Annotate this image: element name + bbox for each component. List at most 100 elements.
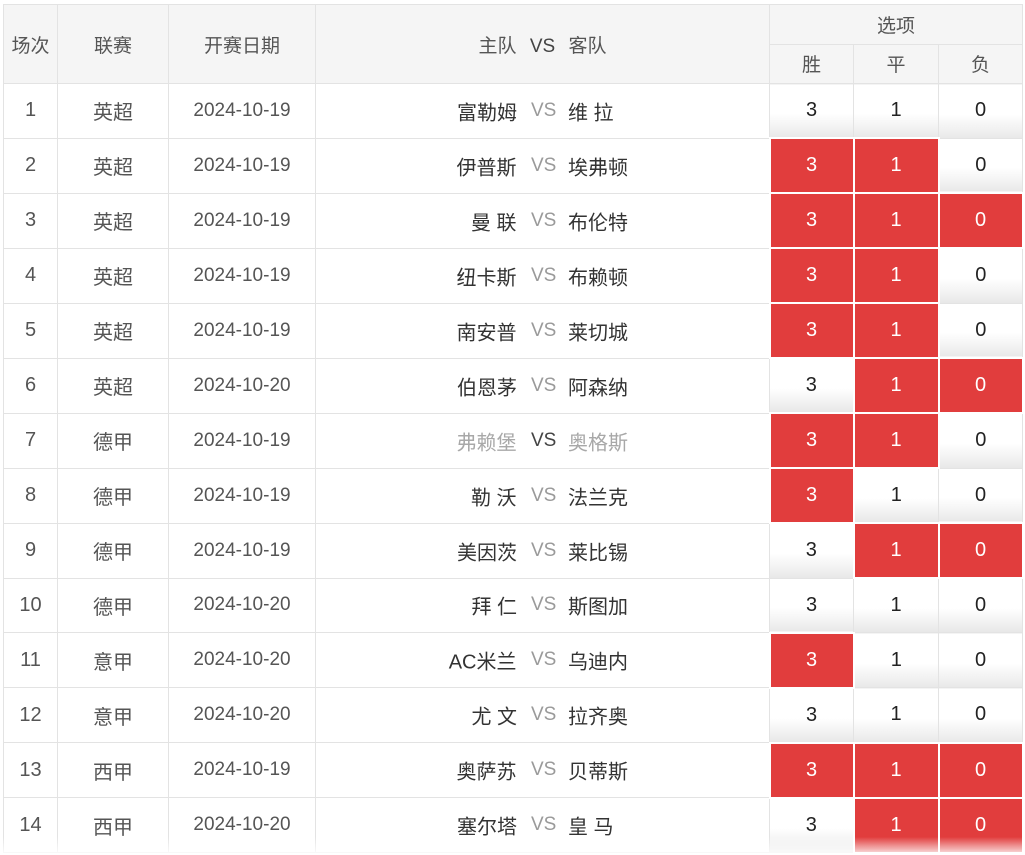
option-win-button[interactable]: 3 <box>768 247 855 304</box>
match-index: 2 <box>3 137 58 194</box>
option-draw-button[interactable]: 1 <box>853 632 939 688</box>
header-away: 客队 <box>568 35 607 57</box>
option-loss-button[interactable]: 0 <box>937 632 1024 688</box>
match-cell: 南安普 VS 莱切城 <box>315 302 770 359</box>
league-cell: 德甲 <box>57 577 169 633</box>
table-row: 7 德甲 2024-10-19 弗赖堡 VS 奥格斯 3 1 0 <box>3 412 1024 469</box>
vs-label: VS <box>531 154 557 176</box>
option-draw-button[interactable]: 1 <box>852 192 940 249</box>
option-loss-button[interactable]: 0 <box>937 83 1024 139</box>
header-draw: 平 <box>853 43 939 84</box>
vs-label: VS <box>531 539 557 561</box>
option-loss-button[interactable]: 0 <box>937 577 1024 633</box>
home-team: 曼 联 <box>470 212 517 234</box>
match-index: 1 <box>3 83 58 139</box>
date-cell: 2024-10-20 <box>168 577 316 633</box>
option-win-button[interactable]: 3 <box>769 357 854 414</box>
league-cell: 意甲 <box>57 632 169 688</box>
option-draw-button[interactable]: 1 <box>852 137 940 194</box>
option-draw-button[interactable]: 1 <box>852 412 940 469</box>
option-win-button[interactable]: 3 <box>768 631 855 689</box>
header-options: 选项 <box>768 4 1024 45</box>
option-draw-button[interactable]: 1 <box>852 741 940 799</box>
option-win-button[interactable]: 3 <box>768 467 855 524</box>
option-draw-button[interactable]: 1 <box>853 687 939 743</box>
home-team: 拜 仁 <box>471 596 517 619</box>
option-win-button[interactable]: 3 <box>768 412 855 469</box>
option-loss-button[interactable]: 0 <box>937 357 1024 414</box>
option-loss-button[interactable]: 0 <box>937 302 1024 359</box>
header-vs: VS <box>529 35 556 57</box>
option-loss-button[interactable]: 0 <box>937 137 1024 194</box>
option-draw-button[interactable]: 1 <box>852 522 940 579</box>
option-loss-button[interactable]: 0 <box>937 522 1024 579</box>
option-draw-button[interactable]: 1 <box>853 577 939 633</box>
option-loss-button[interactable]: 0 <box>937 467 1024 524</box>
match-cell: AC米兰 VS 乌迪内 <box>315 632 770 688</box>
option-win-button[interactable]: 3 <box>768 137 855 194</box>
option-win-button[interactable]: 3 <box>768 741 855 799</box>
table-row: 13 西甲 2024-10-19 奥萨苏 VS 贝蒂斯 3 1 0 <box>3 741 1024 799</box>
match-cell: 拜 仁 VS 斯图加 <box>315 577 770 633</box>
option-draw-button[interactable]: 1 <box>852 357 940 414</box>
match-cell: 奥萨苏 VS 贝蒂斯 <box>315 742 770 798</box>
match-cell: 勒 沃 VS 法兰克 <box>315 467 770 524</box>
option-win-button[interactable]: 3 <box>768 302 855 359</box>
table-row: 14 西甲 2024-10-20 塞尔塔 VS 皇 马 310 <box>3 796 1024 854</box>
home-team: 南安普 <box>456 322 517 344</box>
option-win-button[interactable]: 3 <box>769 797 854 853</box>
option-win-button[interactable]: 3 <box>769 687 854 743</box>
option-loss-button[interactable]: 0 <box>937 796 1024 854</box>
away-team: 皇 马 <box>568 816 614 839</box>
option-loss-button[interactable]: 0 <box>937 412 1024 469</box>
league-cell: 英超 <box>57 247 169 304</box>
option-draw-button[interactable]: 1 <box>853 467 939 524</box>
league-cell: 西甲 <box>57 742 169 798</box>
league-cell: 西甲 <box>57 797 169 853</box>
option-loss-button[interactable]: 0 <box>937 741 1024 799</box>
away-team: 布赖顿 <box>568 267 628 289</box>
header-loss: 负 <box>937 43 1024 84</box>
date-cell: 2024-10-20 <box>168 797 316 853</box>
option-win-button[interactable]: 3 <box>768 192 855 249</box>
option-draw-button[interactable]: 1 <box>852 796 940 854</box>
table-row: 5 英超 2024-10-19 南安普 VS 莱切城 3 1 0 <box>3 302 1024 359</box>
match-index: 7 <box>3 412 58 469</box>
option-win-button[interactable]: 3 <box>769 577 854 633</box>
match-index: 12 <box>3 687 58 743</box>
option-draw-button[interactable]: 1 <box>852 247 940 304</box>
table-row: 8 德甲 2024-10-19 勒 沃 VS 法兰克 3 1 0 <box>3 467 1024 524</box>
home-team: AC米兰 <box>448 651 517 674</box>
option-win-button[interactable]: 3 <box>769 83 854 139</box>
option-win-button[interactable]: 3 <box>769 522 854 579</box>
option-loss-button[interactable]: 0 <box>937 687 1024 743</box>
home-team: 伯恩茅 <box>457 377 517 399</box>
option-loss-button[interactable]: 0 <box>937 247 1024 304</box>
match-cell: 弗赖堡 VS 奥格斯 <box>315 412 770 469</box>
home-team: 尤 文 <box>471 706 517 729</box>
away-team: 拉齐奥 <box>568 706 628 729</box>
date-cell: 2024-10-19 <box>168 137 316 194</box>
match-cell: 伊普斯 VS 埃弗顿 <box>315 137 770 194</box>
option-loss-button[interactable]: 0 <box>937 192 1024 249</box>
away-team: 奥格斯 <box>568 432 628 454</box>
match-index: 3 <box>3 192 58 249</box>
match-table: 场次 联赛 开赛日期 主队 VS 客队 选项 胜 平 负 1 英超 2024-10-… <box>3 4 1024 854</box>
league-cell: 德甲 <box>57 522 169 579</box>
date-cell: 2024-10-19 <box>168 522 316 579</box>
vs-label: VS <box>531 374 557 396</box>
table-row: 12 意甲 2024-10-20 尤 文 VS 拉齐奥 3 1 0 <box>3 687 1024 743</box>
away-team: 埃弗顿 <box>568 157 628 179</box>
table-row: 1 英超 2024-10-19 富勒姆 VS 维 拉310 <box>3 83 1024 139</box>
vs-label: VS <box>531 704 557 725</box>
match-index: 10 <box>3 577 58 633</box>
match-index: 6 <box>3 357 58 414</box>
away-team: 莱比锡 <box>568 542 628 564</box>
option-draw-button[interactable]: 1 <box>852 302 940 359</box>
home-team: 美因茨 <box>457 542 517 564</box>
league-cell: 德甲 <box>57 467 169 524</box>
option-draw-button[interactable]: 1 <box>853 83 939 139</box>
vs-label: VS <box>531 759 557 780</box>
header-index: 场次 <box>3 4 58 84</box>
home-team: 弗赖堡 <box>456 432 517 454</box>
